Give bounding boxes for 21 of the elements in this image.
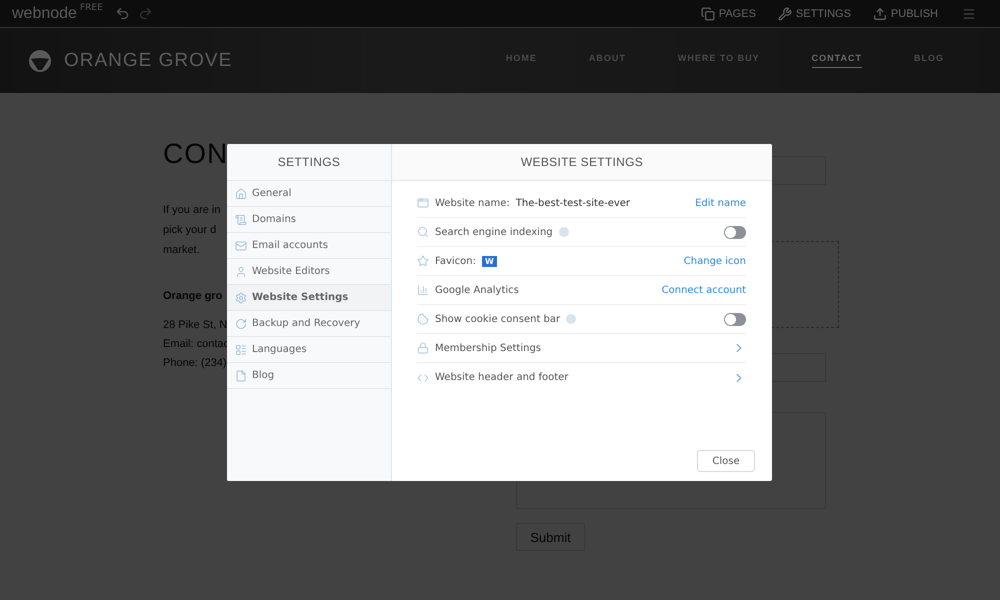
setting-label: Google Analytics	[435, 284, 519, 296]
dialog-title: WEBSITE SETTINGS	[392, 144, 772, 181]
brand-name: ORANGE GROVE	[64, 50, 232, 72]
setting-label: Favicon:	[435, 256, 476, 266]
setting-label: Website name:	[435, 198, 510, 208]
address-line: Phone: (234)	[163, 356, 227, 371]
paragraph-line: If you are in	[163, 203, 220, 218]
setting-value: The-best-test-site-ever	[516, 198, 630, 208]
setting-label: Search engine indexing	[435, 226, 553, 238]
paragraph-line: market.	[163, 243, 200, 258]
setting-label: Membership Settings	[435, 342, 542, 354]
company-name: Orange gro	[163, 290, 222, 302]
favicon-badge: W	[482, 256, 497, 266]
plan-label: FREE	[80, 3, 103, 13]
setting-label: Show cookie consent bar	[435, 314, 560, 324]
setting-label: Website header and footer	[435, 372, 568, 383]
address-line: 28 Pike St, N	[163, 318, 228, 333]
paragraph-line: pick your d	[163, 223, 216, 238]
page-heading: CON	[163, 138, 228, 170]
address-line: Email: contac	[163, 337, 230, 352]
sidebar-title: SETTINGS	[227, 144, 391, 181]
